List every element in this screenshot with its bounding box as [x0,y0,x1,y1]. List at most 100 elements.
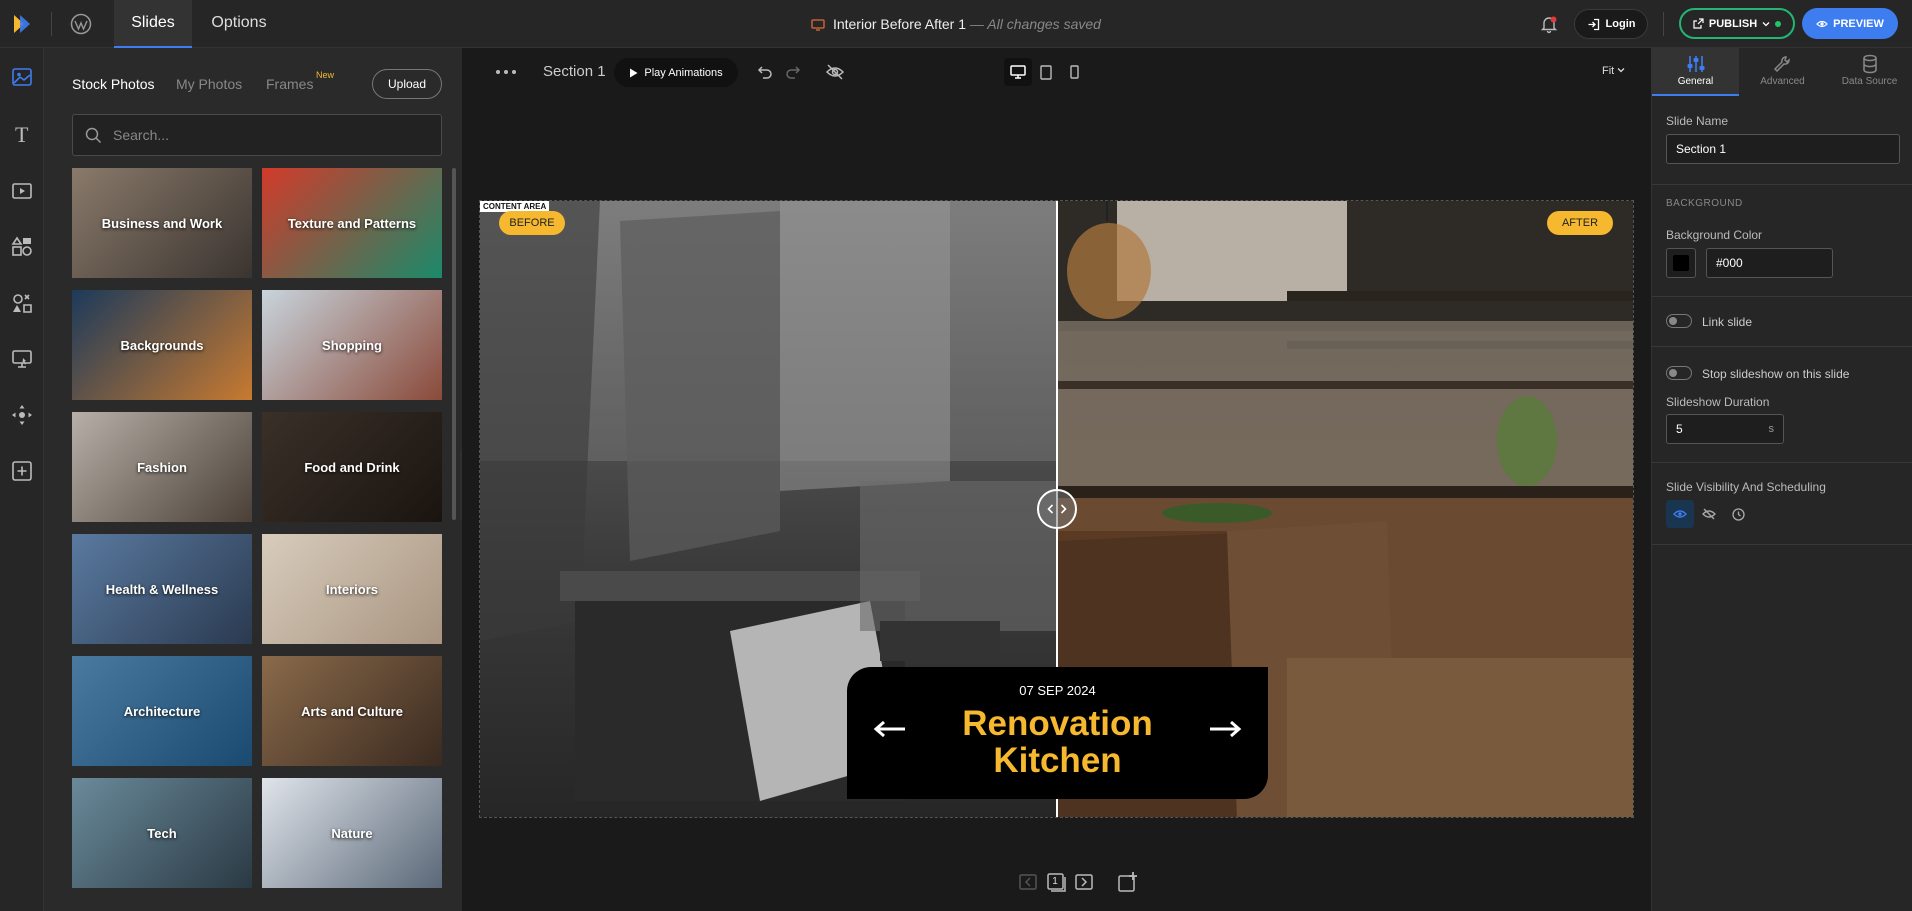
category-tile[interactable]: Shopping [262,290,442,400]
section-label[interactable]: Section 1 [543,63,606,80]
wordpress-icon[interactable] [70,13,92,35]
current-slide-indicator[interactable]: 1 [1044,870,1068,894]
play-icon [630,68,638,77]
clock-icon [1731,507,1745,521]
monitor-icon [811,19,825,31]
after-badge[interactable]: AFTER [1547,211,1613,235]
tablet-icon [1040,64,1052,80]
divider [1652,346,1912,347]
caption-box[interactable]: 07 SEP 2024 Renovation Kitchen [847,667,1268,799]
search-input[interactable] [113,115,433,155]
category-tile[interactable]: Architecture [72,656,252,766]
document-title[interactable]: Interior Before After 1 [833,16,966,32]
category-tile[interactable]: Nature [262,778,442,888]
previous-slide-icon[interactable] [1016,870,1040,894]
chevron-down-icon [1762,21,1770,26]
publish-button[interactable]: PUBLISH [1679,8,1795,39]
arrow-left-icon[interactable] [873,719,907,739]
eye-icon [1816,20,1828,27]
mobile-view-button[interactable] [1060,58,1088,86]
category-label: Business and Work [101,215,223,231]
tablet-view-button[interactable] [1032,58,1060,86]
category-tile[interactable]: Business and Work [72,168,252,278]
background-color-input[interactable]: #000 [1706,248,1833,278]
eye-icon [1673,510,1687,518]
preview-button[interactable]: PREVIEW [1802,8,1898,39]
chevron-left-icon [1047,504,1054,514]
bell-icon[interactable] [1538,13,1560,35]
category-label: Arts and Culture [301,703,403,719]
undo-icon[interactable] [754,62,774,82]
category-tile[interactable]: Fashion [72,412,252,522]
text-icon[interactable]: T [10,122,34,146]
divider [1652,462,1912,463]
chevron-right-icon [1060,504,1067,514]
login-button[interactable]: Login [1574,9,1648,39]
desktop-icon [1010,65,1026,79]
category-tile[interactable]: Texture and Patterns [262,168,442,278]
mobile-icon [1069,65,1079,79]
hide-icon[interactable] [825,62,845,82]
more-icon[interactable] [494,64,518,80]
category-label: Health & Wellness [105,581,219,597]
save-status: — All changes saved [969,16,1101,32]
slide-pager: 1 [1016,870,1156,894]
desktop-view-button[interactable] [1004,58,1032,86]
library-scrollbar[interactable] [452,168,456,520]
slide-name-input[interactable]: Section 1 [1666,134,1900,164]
category-tile[interactable]: Tech [72,778,252,888]
database-icon [1862,54,1877,74]
search-box[interactable] [72,114,442,156]
shapes-icon[interactable] [10,235,34,259]
duration-label: Slideshow Duration [1666,395,1770,409]
redo-icon[interactable] [784,62,804,82]
compare-handle[interactable] [1037,489,1077,529]
preview-label: PREVIEW [1833,17,1884,30]
tab-general[interactable]: General [1652,48,1739,96]
link-slide-toggle[interactable] [1666,314,1692,328]
visible-button[interactable] [1666,500,1694,528]
background-color-swatch[interactable] [1666,248,1696,278]
category-tile[interactable]: Health & Wellness [72,534,252,644]
widgets-icon[interactable] [10,347,34,371]
zoom-select[interactable]: Fit [1602,65,1625,77]
category-tile[interactable]: Food and Drink [262,412,442,522]
add-icon[interactable] [10,459,34,483]
stop-slideshow-toggle[interactable] [1666,366,1692,380]
play-animations-button[interactable]: Play Animations [614,58,738,87]
play-animations-label: Play Animations [644,66,723,79]
before-badge[interactable]: BEFORE [499,211,565,235]
background-section-title: BACKGROUND [1666,198,1743,209]
add-slide-icon[interactable] [1116,870,1140,894]
tab-options[interactable]: Options [200,0,278,48]
upload-button[interactable]: Upload [372,69,442,99]
tab-stock-photos[interactable]: Stock Photos [72,76,155,92]
tab-slides[interactable]: Slides [114,0,192,48]
tab-advanced-label: Advanced [1760,76,1805,87]
tab-data-source-label: Data Source [1841,76,1898,87]
new-badge: New [316,70,335,80]
category-tile[interactable]: Interiors [262,534,442,644]
next-slide-icon[interactable] [1072,870,1096,894]
elements-icon[interactable] [10,291,34,315]
category-tile[interactable]: Arts and Culture [262,656,442,766]
image-icon[interactable] [10,65,34,89]
app-logo-icon[interactable] [10,12,34,36]
slide-canvas[interactable]: CONTENT AREA BEFORE AFTER 07 SEP 2024 Re… [479,200,1634,818]
duration-input[interactable]: 5 s [1666,414,1784,444]
schedule-button[interactable] [1724,500,1752,528]
hidden-button[interactable] [1695,500,1723,528]
arrow-right-icon[interactable] [1208,719,1242,739]
tab-frames[interactable]: Frames [266,76,313,92]
move-icon[interactable] [10,403,34,427]
stop-slideshow-label: Stop slideshow on this slide [1702,367,1850,381]
wrench-icon [1773,56,1790,73]
video-icon[interactable] [10,179,34,203]
external-link-icon [1693,18,1704,29]
tab-advanced[interactable]: Advanced [1739,48,1826,96]
tab-data-source[interactable]: Data Source [1826,48,1912,96]
category-tile[interactable]: Backgrounds [72,290,252,400]
properties-panel: General Advanced Data Source Slide Name … [1651,48,1912,911]
tab-my-photos[interactable]: My Photos [176,76,242,92]
search-icon [85,127,102,144]
